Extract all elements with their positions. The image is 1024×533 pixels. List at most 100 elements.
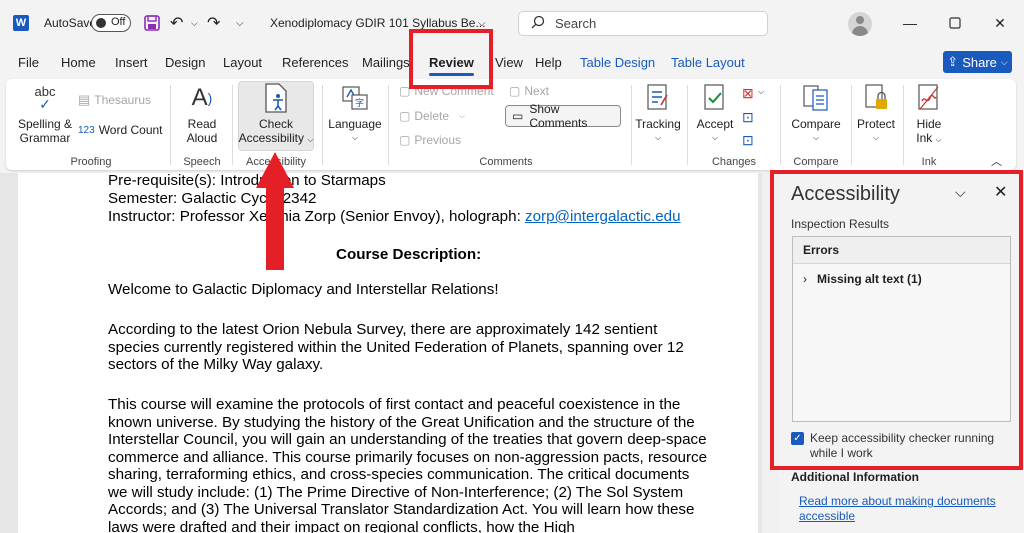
instructor-line: Instructor: Professor Xenthia Zorp (Seni… <box>108 208 748 226</box>
ink-caret-icon: ⌵ <box>935 135 942 144</box>
delete-caret-icon: ⌵ <box>459 111 466 120</box>
delete-label: Delete <box>414 109 450 123</box>
ink-group-label: Ink <box>921 156 937 168</box>
minimize-icon[interactable]: — <box>898 12 922 34</box>
previous-comment-button[interactable]: ▢ Previous <box>399 133 461 147</box>
thesaurus-icon: ▤ <box>78 92 91 107</box>
separator <box>851 85 852 165</box>
tab-design[interactable]: Design <box>165 55 205 70</box>
tab-mailings[interactable]: Mailings <box>362 55 410 70</box>
accessibility-checker-icon <box>260 83 292 113</box>
read-aloud-button[interactable]: A) Read Aloud <box>178 83 226 146</box>
autosave-label: AutoSave <box>44 16 97 30</box>
tab-references[interactable]: References <box>282 55 348 70</box>
tab-table-design[interactable]: Table Design <box>580 55 655 70</box>
reject-icon[interactable]: ⊠ <box>742 85 754 102</box>
separator <box>780 85 781 165</box>
word-count-label: Word Count <box>98 123 163 137</box>
tab-home[interactable]: Home <box>61 55 96 70</box>
share-button[interactable]: ⇪ Share ⌵ <box>943 51 1012 73</box>
language-label: Language <box>328 117 382 131</box>
next-label: Next <box>524 84 550 98</box>
title-bar: W AutoSave Off ↶ ⌵ ↷ ⌵ Xenodiplomacy GDI… <box>0 0 1024 46</box>
save-icon[interactable] <box>144 0 160 46</box>
tracking-button[interactable]: Tracking ⌵ <box>634 83 682 145</box>
thesaurus-button[interactable]: ▤ Thesaurus <box>78 92 151 108</box>
changes-group-label: Changes <box>711 156 757 168</box>
course-overview-paragraph: This course will examine the protocols o… <box>108 396 708 533</box>
autosave-toggle[interactable]: Off <box>91 14 131 32</box>
annotation-arrow-icon <box>256 152 294 270</box>
show-comments-label: Show Comments <box>529 102 588 130</box>
share-label: Share <box>962 54 997 70</box>
instructor-text: Instructor: Professor Xenthia Zorp (Seni… <box>108 208 526 225</box>
spelling-grammar-button[interactable]: abc ✓ Spelling & Grammar <box>12 83 78 145</box>
review-tab-annotation-box <box>409 29 493 89</box>
quick-access-caret-icon[interactable]: ⌵ <box>236 0 244 46</box>
share-icon: ⇪ <box>947 54 959 69</box>
compare-group-label: Compare <box>793 156 839 168</box>
read-label: Read <box>187 117 217 131</box>
ink-label: Ink <box>916 131 933 145</box>
next-comment-button[interactable]: ▢ Next <box>509 84 549 98</box>
protect-button[interactable]: Protect ⌵ <box>854 83 898 145</box>
tab-insert[interactable]: Insert <box>115 55 148 70</box>
protect-label: Protect <box>856 117 895 131</box>
tab-table-layout[interactable]: Table Layout <box>671 55 745 70</box>
compare-label: Compare <box>791 117 841 131</box>
search-icon <box>531 15 545 32</box>
accept-button[interactable]: Accept ⌵ <box>692 83 738 145</box>
reject-caret-icon[interactable]: ⌵ <box>758 87 764 97</box>
delete-comment-button[interactable]: ▢ Delete ⌵ <box>399 109 465 123</box>
avatar[interactable] <box>848 12 872 36</box>
separator <box>170 85 171 165</box>
read-aloud-icon: A) <box>191 84 213 111</box>
prerequisite-line: Pre-requisite(s): Introduction to Starma… <box>108 173 386 189</box>
comment-bubble-icon: ▭ <box>512 109 524 123</box>
next-comment-icon: ▢ <box>509 84 521 98</box>
instructor-email-link[interactable]: zorp@intergalactic.edu <box>525 208 681 225</box>
tab-view[interactable]: View <box>495 55 523 70</box>
word-count-button[interactable]: 123 Word Count <box>78 123 163 137</box>
course-description-heading: Course Description: <box>336 246 482 263</box>
separator <box>322 85 323 165</box>
comments-group-label: Comments <box>479 156 533 168</box>
hide-ink-button[interactable]: Hide Ink ⌵ <box>908 83 950 147</box>
compare-button[interactable]: Compare ⌵ <box>786 83 846 145</box>
spelling-check-icon: abc ✓ <box>34 84 56 112</box>
undo-dropdown-icon[interactable]: ⌵ <box>191 0 198 46</box>
close-window-icon[interactable]: ✕ <box>988 12 1012 34</box>
document-page[interactable]: Pre-requisite(s): Introduction to Starma… <box>18 173 758 533</box>
check-accessibility-button[interactable]: Check Accessibility ⌵ <box>238 83 314 147</box>
show-comments-button[interactable]: ▭ Show Comments <box>505 102 621 130</box>
grammar-label: Grammar <box>19 131 71 145</box>
separator <box>903 85 904 165</box>
welcome-paragraph: Welcome to Galactic Diplomacy and Inters… <box>108 281 499 298</box>
maximize-icon[interactable] <box>943 12 967 34</box>
delete-comment-icon: ▢ <box>399 109 411 123</box>
check-label: Check <box>258 117 293 131</box>
undo-icon[interactable]: ↶ <box>170 0 183 46</box>
separator <box>631 85 632 165</box>
read-more-link[interactable]: Read more about making documents accessi… <box>799 494 1004 524</box>
tracking-label: Tracking <box>635 117 681 131</box>
tab-file[interactable]: File <box>18 55 39 70</box>
language-button[interactable]: 字 Language ⌵ <box>328 83 382 145</box>
svg-text:字: 字 <box>355 97 364 108</box>
accessibility-label: Accessibility <box>238 131 304 145</box>
collapse-ribbon-icon[interactable]: ︿ <box>991 153 1002 169</box>
toggle-knob-icon <box>96 18 106 28</box>
accept-icon <box>699 83 731 113</box>
redo-icon[interactable]: ↷ <box>207 0 220 46</box>
next-change-icon[interactable]: ⊡ <box>742 132 754 149</box>
language-icon: 字 <box>339 83 371 113</box>
previous-label: Previous <box>414 133 462 147</box>
search-box[interactable]: Search <box>518 11 768 36</box>
compare-caret-icon: ⌵ <box>812 133 820 142</box>
separator <box>388 85 389 165</box>
tab-help[interactable]: Help <box>535 55 562 70</box>
tab-layout[interactable]: Layout <box>223 55 262 70</box>
previous-change-icon[interactable]: ⊡ <box>742 109 754 126</box>
word-logo-icon: W <box>13 15 29 31</box>
previous-comment-icon: ▢ <box>399 133 411 147</box>
